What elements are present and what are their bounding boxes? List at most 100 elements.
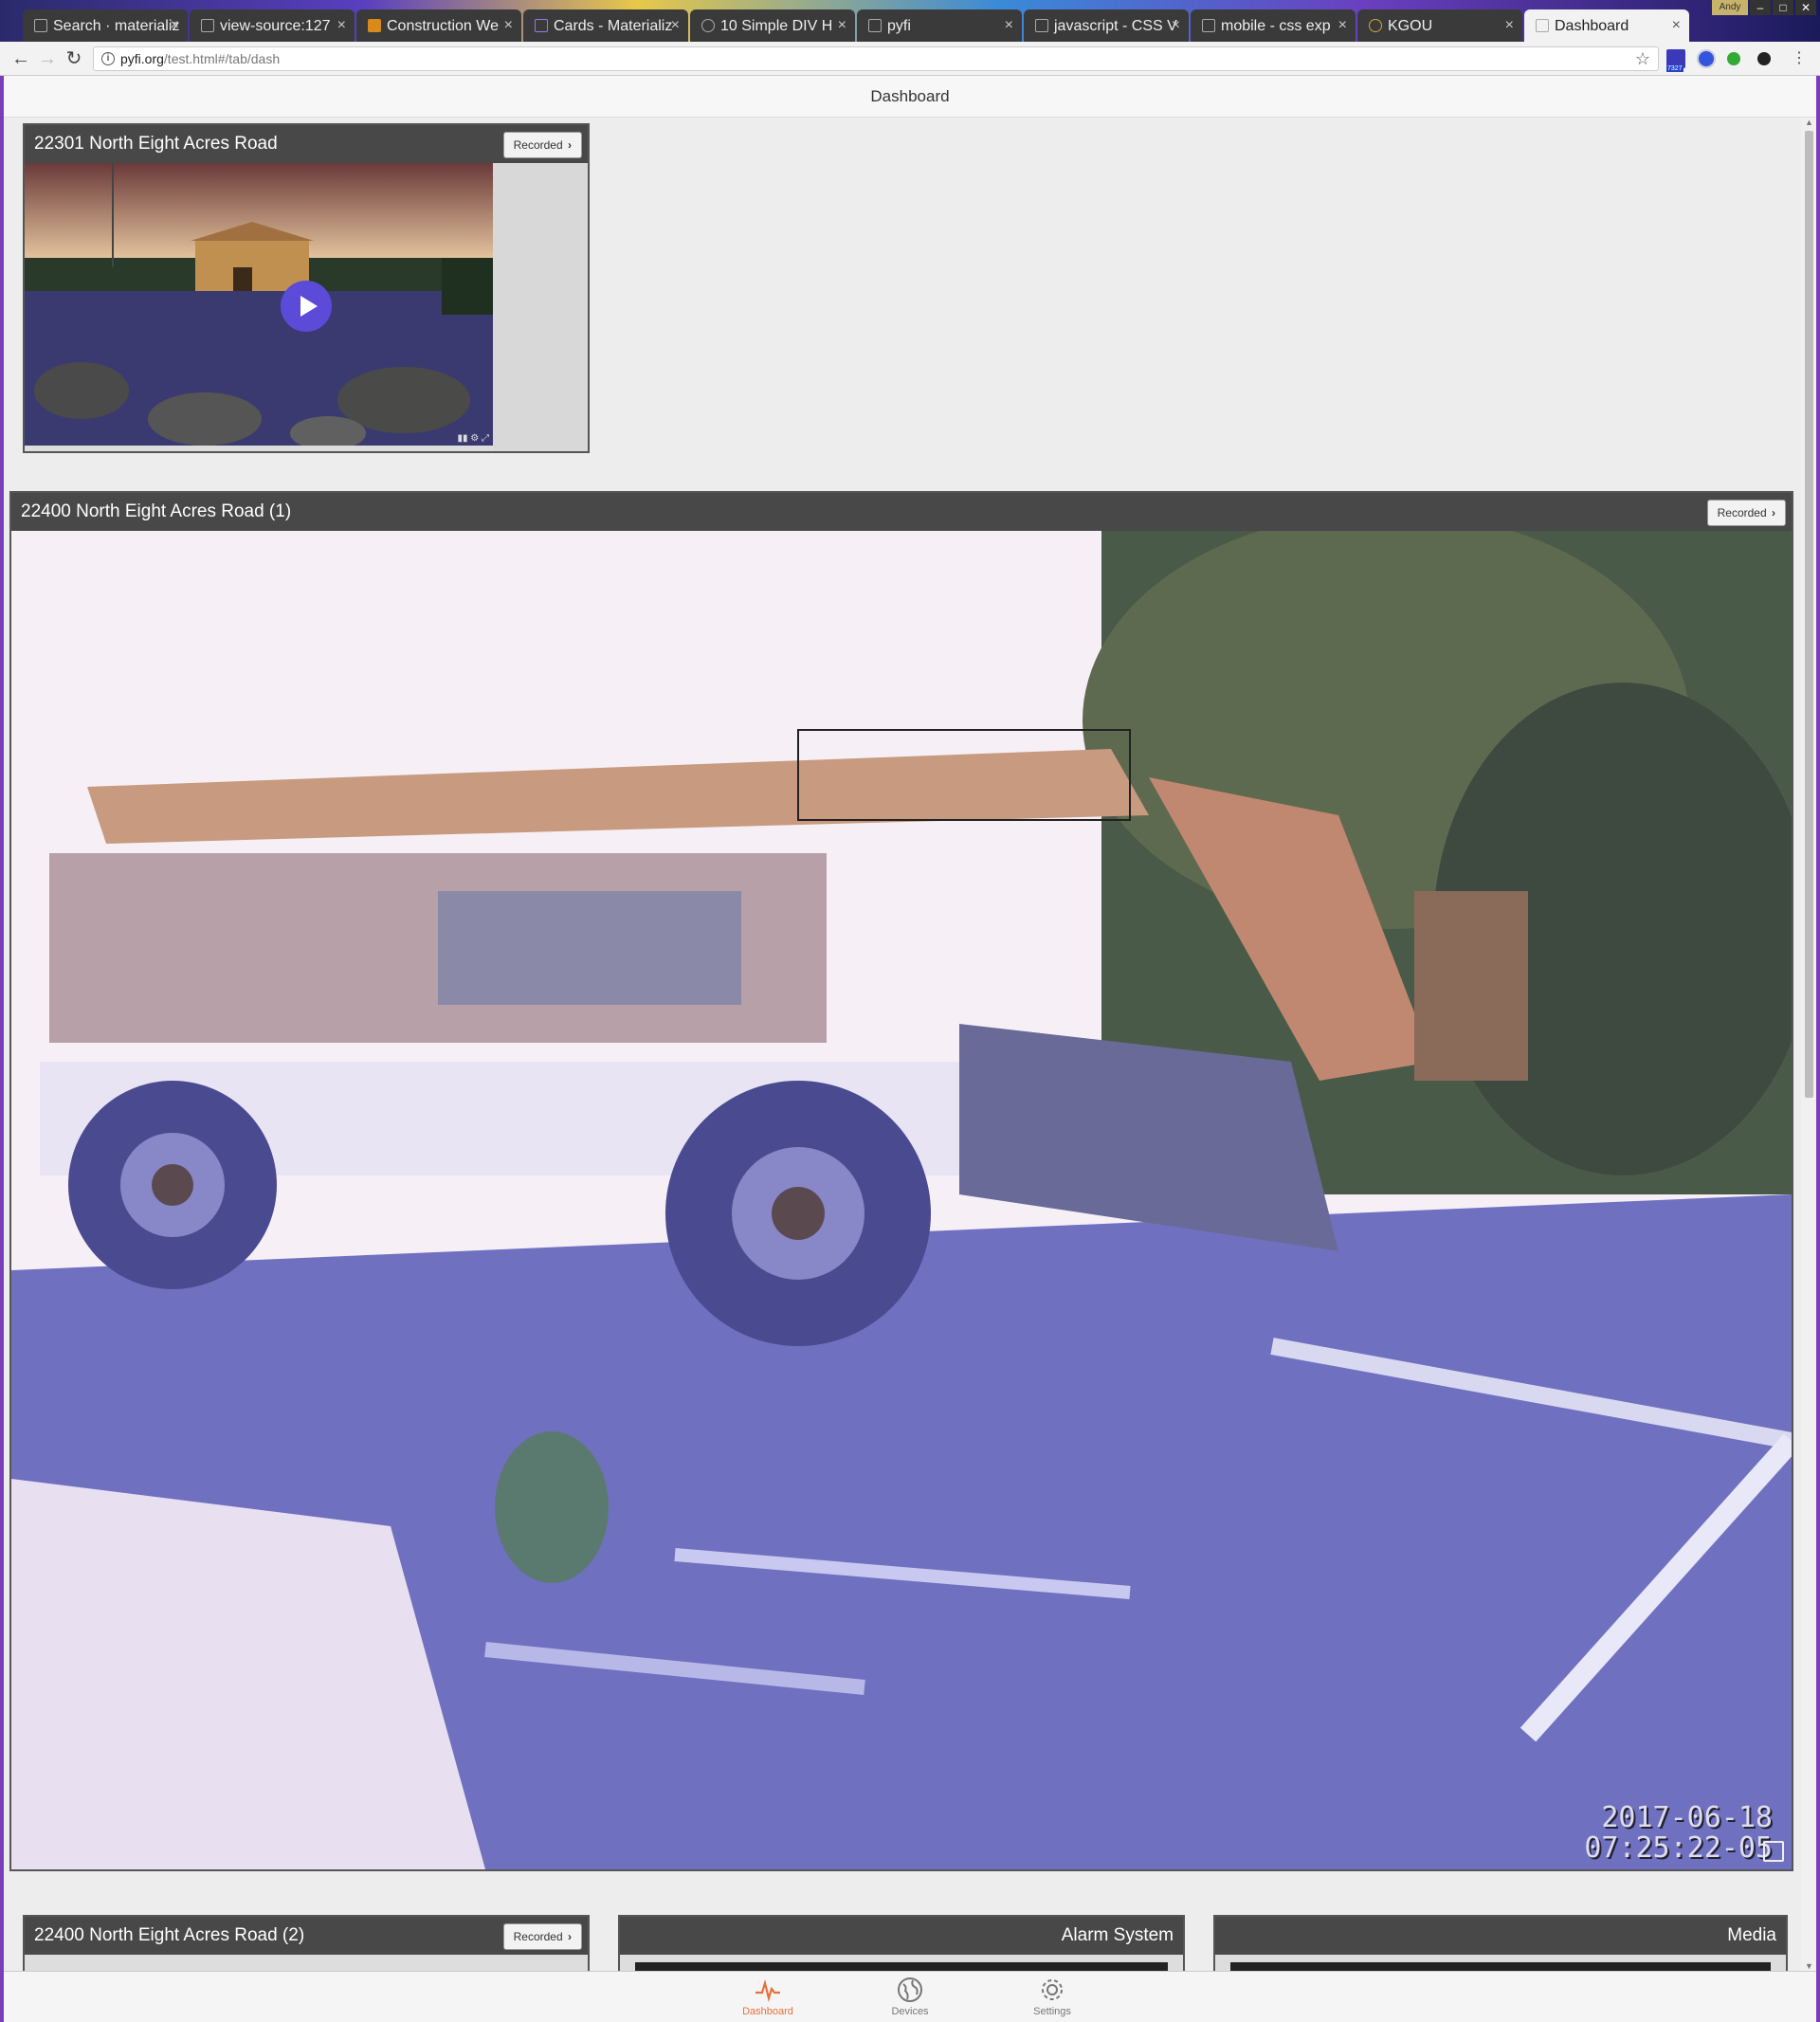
menu-dots-icon[interactable]: ⋮ bbox=[1788, 47, 1811, 70]
page-icon bbox=[1536, 19, 1549, 32]
tab-title: Cards - Materializ bbox=[554, 18, 673, 34]
pulse-icon bbox=[755, 1978, 780, 2003]
recorded-button[interactable]: Recorded › bbox=[1706, 500, 1786, 526]
user-badge[interactable]: Andy bbox=[1712, 0, 1748, 15]
browser-tab[interactable]: Search · materializ × bbox=[23, 9, 188, 42]
camera-title-text: 22400 North Eight Acres Road (1) bbox=[21, 501, 292, 521]
camera-card: 22301 North Eight Acres Road Recorded › bbox=[23, 123, 590, 453]
tab-title: Construction We bbox=[387, 18, 499, 34]
page-icon bbox=[201, 19, 214, 32]
recorded-button[interactable]: Recorded › bbox=[502, 1923, 582, 1950]
browser-tab-strip: Search · materializ × view-source:127 × Co… bbox=[0, 0, 1820, 42]
camera-video[interactable]: ▮▮ ⚙ ⤢ bbox=[25, 163, 493, 446]
tab-title: mobile - css exp bbox=[1221, 18, 1331, 34]
green-extension-icon[interactable] bbox=[1727, 52, 1740, 65]
minimize-icon[interactable]: – bbox=[1750, 0, 1771, 15]
stackexchange-icon bbox=[1202, 19, 1215, 32]
card-spacer bbox=[493, 163, 588, 451]
scroll-thumb[interactable] bbox=[1805, 131, 1813, 1098]
close-icon[interactable]: × bbox=[1672, 17, 1681, 34]
video-frame-image bbox=[11, 531, 1792, 1869]
nav-item-devices[interactable]: Devices bbox=[872, 1976, 948, 2017]
page-title: Dashboard bbox=[4, 76, 1816, 118]
camera-title-text: 22400 North Eight Acres Road (2) bbox=[34, 1925, 305, 1945]
close-icon[interactable]: × bbox=[504, 17, 513, 34]
chevron-right-icon: › bbox=[568, 138, 572, 152]
tab-title: javascript - CSS V bbox=[1054, 18, 1177, 34]
nav-item-settings[interactable]: Settings bbox=[1014, 1976, 1090, 2017]
browser-tab[interactable]: 10 Simple DIV H × bbox=[690, 9, 855, 42]
maximize-icon[interactable]: □ bbox=[1773, 0, 1793, 15]
browser-tab-active[interactable]: Dashboard × bbox=[1524, 9, 1689, 42]
chevron-right-icon: › bbox=[1772, 506, 1775, 519]
nav-label: Dashboard bbox=[742, 2006, 793, 2017]
video-frame-image bbox=[25, 163, 493, 446]
browser-tab[interactable]: view-source:127 × bbox=[190, 9, 355, 42]
info-icon[interactable]: i bbox=[101, 52, 115, 65]
timestamp-time: 07:25:22-05 bbox=[1584, 1831, 1773, 1865]
globe-icon bbox=[898, 1977, 922, 2002]
close-icon[interactable]: × bbox=[1172, 17, 1180, 34]
scroll-down-icon[interactable]: ▼ bbox=[1805, 1961, 1813, 1971]
page-icon bbox=[868, 19, 882, 32]
fullscreen-icon[interactable] bbox=[1763, 1841, 1784, 1862]
site-icon bbox=[368, 19, 381, 32]
browser-tab[interactable]: mobile - css exp × bbox=[1191, 9, 1356, 42]
browser-tab[interactable]: Cards - Materializ × bbox=[523, 9, 688, 42]
media-title: Media bbox=[1215, 1917, 1786, 1955]
recorded-label: Recorded bbox=[513, 1930, 563, 1943]
url-path: /test.html#/tab/dash bbox=[163, 51, 281, 66]
play-button[interactable] bbox=[281, 281, 332, 332]
close-icon[interactable]: × bbox=[838, 17, 846, 34]
nav-item-dashboard[interactable]: Dashboard bbox=[730, 1976, 806, 2017]
camera-video[interactable]: 2017-06-18 07:25:22-05 bbox=[11, 531, 1792, 1869]
url-host: pyfi.org bbox=[120, 51, 164, 66]
recorded-label: Recorded bbox=[513, 138, 563, 152]
extension-badge: 7327 bbox=[1666, 65, 1684, 72]
radio-icon bbox=[1369, 19, 1382, 32]
stackoverflow-icon bbox=[1035, 19, 1048, 32]
nav-label: Settings bbox=[1033, 2006, 1071, 2017]
dark-extension-icon[interactable] bbox=[1757, 52, 1771, 65]
tab-title: KGOU bbox=[1388, 18, 1433, 34]
close-icon[interactable]: × bbox=[1338, 17, 1347, 34]
video-timestamp: 2017-06-18 07:25:22-05 bbox=[1584, 1803, 1773, 1864]
browser-tab[interactable]: Construction We × bbox=[356, 9, 521, 42]
close-icon[interactable]: × bbox=[671, 17, 680, 34]
github-icon bbox=[34, 19, 47, 32]
close-icon[interactable]: × bbox=[1505, 17, 1514, 34]
page-scrollbar[interactable]: ▲ ▼ bbox=[1801, 118, 1816, 1971]
browser-tab[interactable]: KGOU × bbox=[1357, 9, 1522, 42]
forward-icon[interactable]: → bbox=[36, 47, 59, 70]
camera-card-large: 22400 North Eight Acres Road (1) Recorde… bbox=[9, 491, 1793, 1871]
camera-title: 22400 North Eight Acres Road (2) Recorde… bbox=[25, 1917, 588, 1955]
close-icon[interactable]: × bbox=[1005, 17, 1013, 34]
tab-title: pyfi bbox=[887, 18, 911, 34]
video-controls[interactable]: ▮▮ ⚙ ⤢ bbox=[457, 433, 489, 444]
address-bar[interactable]: i pyfi.org/test.html#/tab/dash ☆ bbox=[93, 46, 1659, 71]
bottom-navigation: Dashboard Devices Settings bbox=[4, 1971, 1816, 2022]
timestamp-date: 2017-06-18 bbox=[1601, 1801, 1773, 1834]
mail-extension-icon[interactable]: 7327 bbox=[1666, 49, 1685, 72]
close-window-icon[interactable]: ✕ bbox=[1795, 0, 1816, 15]
bookmark-star-icon[interactable]: ☆ bbox=[1635, 47, 1650, 70]
close-icon[interactable]: × bbox=[171, 17, 179, 34]
tab-title: Search · materializ bbox=[53, 18, 180, 34]
close-icon[interactable]: × bbox=[337, 17, 346, 34]
tab-title: 10 Simple DIV H bbox=[720, 18, 833, 34]
chevron-right-icon: › bbox=[568, 1930, 572, 1943]
scroll-up-icon[interactable]: ▲ bbox=[1805, 118, 1813, 127]
window-controls: Andy – □ ✕ bbox=[1712, 0, 1816, 15]
nav-label: Devices bbox=[891, 2006, 929, 2017]
browser-toolbar: ← → ↻ i pyfi.org/test.html#/tab/dash ☆ 7… bbox=[0, 42, 1820, 76]
recorded-label: Recorded bbox=[1717, 506, 1767, 519]
reload-icon[interactable]: ↻ bbox=[63, 47, 85, 70]
page-viewport: Dashboard 22301 North Eight Acres Road R… bbox=[4, 76, 1816, 2022]
camera-title: 22400 North Eight Acres Road (1) Recorde… bbox=[11, 493, 1792, 531]
browser-tab[interactable]: javascript - CSS V × bbox=[1024, 9, 1189, 42]
recorded-button[interactable]: Recorded › bbox=[502, 132, 582, 158]
alarm-system-title: Alarm System bbox=[620, 1917, 1183, 1955]
browser-tab[interactable]: pyfi × bbox=[857, 9, 1022, 42]
back-icon[interactable]: ← bbox=[9, 47, 32, 70]
shield-extension-icon[interactable] bbox=[1697, 49, 1716, 68]
